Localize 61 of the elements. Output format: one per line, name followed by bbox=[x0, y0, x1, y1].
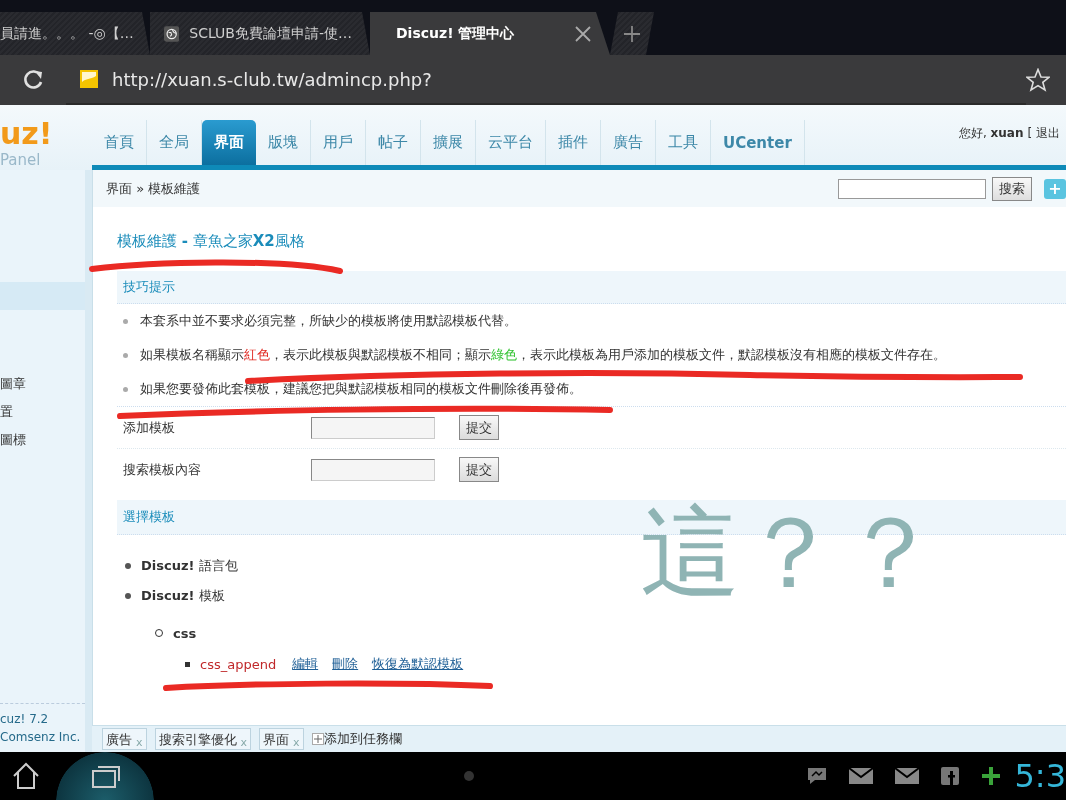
close-icon bbox=[574, 24, 592, 43]
mail-icon bbox=[894, 767, 919, 785]
bullet-icon bbox=[123, 386, 128, 392]
submit-button[interactable]: 提交 bbox=[459, 457, 499, 482]
tip-text: 如果模板名稱顯示紅色，表示此模板與默認模板不相同；顯示綠色，表示此模板為用戶添加的模板文件，默認模板沒有相應的模板文件存在。 bbox=[140, 346, 946, 364]
page-title: 模板維護 - 章魚之家X2風格 bbox=[117, 232, 306, 251]
bullet-icon bbox=[125, 563, 131, 569]
logo: uz! bbox=[0, 119, 53, 149]
tree-item[interactable]: Discuz! 模板 bbox=[141, 587, 225, 605]
input-field[interactable] bbox=[311, 416, 435, 439]
footer-text: Comsenz Inc. bbox=[0, 729, 82, 746]
tree-item[interactable]: Discuz! 語言包 bbox=[141, 557, 238, 575]
recent-apps-icon bbox=[91, 763, 121, 789]
bullet-icon bbox=[123, 318, 128, 324]
template-file[interactable]: css_append bbox=[200, 656, 277, 672]
action-link[interactable]: 編輯 bbox=[292, 655, 319, 673]
submit-button[interactable]: 提交 bbox=[459, 415, 499, 440]
input-field[interactable] bbox=[311, 458, 435, 481]
action-link[interactable]: 恢復為默認模板 bbox=[372, 655, 464, 673]
dot-icon bbox=[464, 771, 475, 781]
logo-subtitle: Panel bbox=[0, 153, 42, 168]
chat-icon bbox=[806, 767, 827, 785]
field-label: 搜索模板內容 bbox=[123, 461, 201, 477]
sidebar-item[interactable]: 圖標 bbox=[0, 426, 85, 454]
search-button[interactable]: 搜索 bbox=[992, 176, 1032, 201]
task-tag[interactable]: 界面 x bbox=[259, 728, 304, 750]
bullet-icon bbox=[125, 593, 131, 599]
plus-icon bbox=[311, 733, 324, 745]
add-to-taskbar-link[interactable]: 添加到任務欄 bbox=[323, 730, 402, 748]
field-label: 添加模板 bbox=[123, 419, 175, 435]
task-tag[interactable]: 廣告 x bbox=[102, 728, 147, 750]
reload-icon bbox=[22, 69, 44, 91]
browser-tab[interactable]: SCLUB免費論壇申請-使… bbox=[150, 12, 370, 55]
app-icon bbox=[940, 767, 959, 785]
footer-text: cuz! 7.2 bbox=[0, 711, 50, 728]
user-greeting: 您好, xuan bbox=[958, 125, 1024, 142]
browser-tab[interactable]: 員請進。。。 -◎【… bbox=[0, 12, 150, 55]
url-field[interactable]: http://xuan.s-club.tw/admincp.php? bbox=[112, 68, 432, 90]
plus-icon bbox=[980, 766, 1001, 786]
mail-icon bbox=[848, 767, 873, 785]
browser-tab[interactable]: Discuz! 管理中心 bbox=[370, 12, 610, 55]
clock: 5:3 bbox=[1014, 757, 1066, 795]
home-icon bbox=[11, 762, 41, 790]
task-tag[interactable]: 搜索引擎優化 x bbox=[154, 728, 252, 750]
globe-icon bbox=[164, 23, 180, 44]
tip-text: 如果您要發佈此套模板，建議您把與默認模板相同的模板文件刪除後再發佈。 bbox=[140, 380, 582, 398]
bullet-icon bbox=[123, 352, 128, 358]
breadcrumb: 界面 » 模板維護 bbox=[106, 179, 201, 198]
nav-tab[interactable]: 界面 bbox=[202, 120, 256, 165]
bullet-icon bbox=[185, 661, 190, 667]
search-field[interactable] bbox=[838, 178, 986, 199]
tree-item[interactable]: css bbox=[173, 625, 197, 641]
star-icon bbox=[1026, 68, 1050, 92]
plus-icon bbox=[623, 24, 641, 43]
tip-text: 本套系中並不要求必須完整，所缺少的模板將使用默認模板代替。 bbox=[140, 312, 517, 330]
logout-link[interactable]: [ 退出 bbox=[1027, 125, 1060, 142]
action-link[interactable]: 刪除 bbox=[332, 655, 359, 673]
section-heading: 技巧提示 bbox=[117, 271, 1066, 304]
sidebar-item[interactable]: 圖章 bbox=[0, 370, 85, 398]
sidebar-item[interactable]: 置 bbox=[0, 398, 85, 426]
page-icon bbox=[80, 70, 98, 88]
